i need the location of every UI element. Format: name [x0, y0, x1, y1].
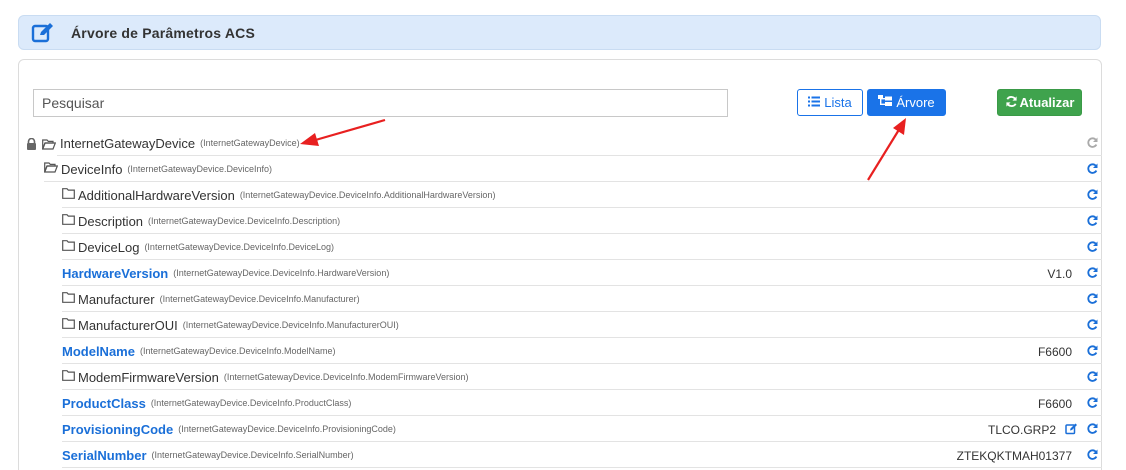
tree-item-label: ModemFirmwareVersion — [78, 369, 219, 385]
arvore-label: Árvore — [896, 95, 935, 110]
search-input[interactable] — [33, 89, 728, 117]
list-icon — [808, 95, 821, 110]
tree-item-label[interactable]: SerialNumber — [62, 448, 147, 463]
arvore-button[interactable]: Árvore — [867, 89, 946, 116]
folder-open-icon — [41, 137, 57, 155]
tree-item-path: (InternetGatewayDevice.DeviceInfo.Descri… — [148, 216, 341, 226]
tree-item-row[interactable]: HardwareVersion (InternetGatewayDevice.D… — [62, 261, 1102, 286]
refresh-icon[interactable] — [1086, 188, 1098, 206]
refresh-icon[interactable] — [1086, 214, 1098, 232]
edit-square-icon — [31, 21, 55, 45]
refresh-icon[interactable] — [1086, 136, 1098, 154]
parameter-value: ZTEKQKTMAH01377 — [956, 449, 1072, 463]
tree-item-row[interactable]: ModemFirmwareVersion (InternetGatewayDev… — [62, 365, 1102, 390]
tree-item-path: (InternetGatewayDevice.DeviceInfo.ModemF… — [223, 372, 469, 382]
tree-item-path: (InternetGatewayDevice.DeviceInfo.Additi… — [239, 190, 496, 200]
parameter-value: F6600 — [1037, 345, 1072, 359]
tree-item-label: AdditionalHardwareVersion — [78, 187, 235, 203]
folder-icon — [62, 290, 75, 308]
tree-item-path: (InternetGatewayDevice.DeviceInfo.Serial… — [151, 450, 354, 460]
folder-icon — [62, 368, 75, 386]
tree-item-path: (InternetGatewayDevice.DeviceInfo.Hardwa… — [173, 268, 390, 278]
refresh-icon — [1005, 95, 1018, 111]
refresh-icon[interactable] — [1086, 318, 1098, 336]
atualizar-button[interactable]: Atualizar — [997, 89, 1082, 116]
tree-item-row[interactable]: AdditionalHardwareVersion (InternetGatew… — [62, 183, 1102, 208]
folder-open-icon — [43, 160, 59, 178]
tree-item-label[interactable]: ProvisioningCode — [62, 422, 173, 437]
folder-icon — [62, 238, 75, 256]
tree-item-path: (InternetGatewayDevice.DeviceInfo.Provis… — [178, 424, 396, 434]
tree-item-path: (InternetGatewayDevice.DeviceInfo.Manufa… — [159, 294, 360, 304]
tree-root-row[interactable]: InternetGatewayDevice (InternetGatewayDe… — [27, 131, 1102, 156]
tree-root-path: (InternetGatewayDevice) — [200, 138, 300, 148]
tree-item-path: (InternetGatewayDevice.DeviceInfo.Manufa… — [182, 320, 399, 330]
refresh-icon[interactable] — [1086, 422, 1098, 440]
refresh-icon[interactable] — [1086, 448, 1098, 466]
lock-icon — [26, 137, 37, 155]
refresh-icon[interactable] — [1086, 240, 1098, 258]
atualizar-label: Atualizar — [1019, 95, 1075, 110]
page-header: Árvore de Parâmetros ACS — [18, 15, 1101, 50]
parameter-value: V1.0 — [1047, 267, 1072, 281]
refresh-icon[interactable] — [1086, 266, 1098, 284]
tree-item-row[interactable]: SerialNumber (InternetGatewayDevice.Devi… — [62, 443, 1102, 468]
parameter-value: F6600 — [1037, 397, 1072, 411]
tree-item-label: Description — [78, 213, 144, 229]
tree-item-label: Manufacturer — [78, 291, 155, 307]
folder-icon — [62, 212, 75, 230]
refresh-icon[interactable] — [1086, 370, 1098, 388]
tree-item-label: ManufacturerOUI — [78, 317, 178, 333]
tree-item-label[interactable]: HardwareVersion — [62, 266, 168, 281]
tree-node-label: DeviceInfo — [61, 161, 123, 177]
tree-item-row[interactable]: Manufacturer (InternetGatewayDevice.Devi… — [62, 287, 1102, 312]
tree-item-row[interactable]: ProvisioningCode (InternetGatewayDevice.… — [62, 417, 1102, 442]
tree-item-label[interactable]: ProductClass — [62, 396, 146, 411]
tree-item-row[interactable]: Description (InternetGatewayDevice.Devic… — [62, 209, 1102, 234]
tree-item-path: (InternetGatewayDevice.DeviceInfo.Produc… — [150, 398, 352, 408]
tree-item-label[interactable]: ModelName — [62, 344, 135, 359]
tree-root-label: InternetGatewayDevice — [60, 135, 196, 151]
refresh-icon[interactable] — [1086, 396, 1098, 414]
refresh-icon[interactable] — [1086, 162, 1098, 180]
folder-icon — [62, 316, 75, 334]
tree-item-path: (InternetGatewayDevice.DeviceInfo.ModelN… — [139, 346, 336, 356]
tree-item-label: DeviceLog — [78, 239, 140, 255]
tree-deviceinfo-row[interactable]: DeviceInfo (InternetGatewayDevice.Device… — [43, 157, 1102, 182]
refresh-icon[interactable] — [1086, 344, 1098, 362]
tree-node-path: (InternetGatewayDevice.DeviceInfo) — [127, 164, 272, 174]
tree-item-path: (InternetGatewayDevice.DeviceInfo.Device… — [144, 242, 335, 252]
lista-button[interactable]: Lista — [797, 89, 863, 116]
folder-icon — [62, 186, 75, 204]
tree-item-row[interactable]: DeviceLog (InternetGatewayDevice.DeviceI… — [62, 235, 1102, 260]
tree-item-row[interactable]: ModelName (InternetGatewayDevice.DeviceI… — [62, 339, 1102, 364]
tree-item-row[interactable]: ManufacturerOUI (InternetGatewayDevice.D… — [62, 313, 1102, 338]
edit-icon[interactable] — [1065, 422, 1078, 440]
lista-label: Lista — [824, 95, 852, 110]
tree-item-row[interactable]: ProductClass (InternetGatewayDevice.Devi… — [62, 391, 1102, 416]
refresh-icon[interactable] — [1086, 292, 1098, 310]
sitemap-icon — [878, 95, 893, 110]
parameter-value: TLCO.GRP2 — [987, 423, 1056, 437]
page-title: Árvore de Parâmetros ACS — [71, 25, 256, 41]
